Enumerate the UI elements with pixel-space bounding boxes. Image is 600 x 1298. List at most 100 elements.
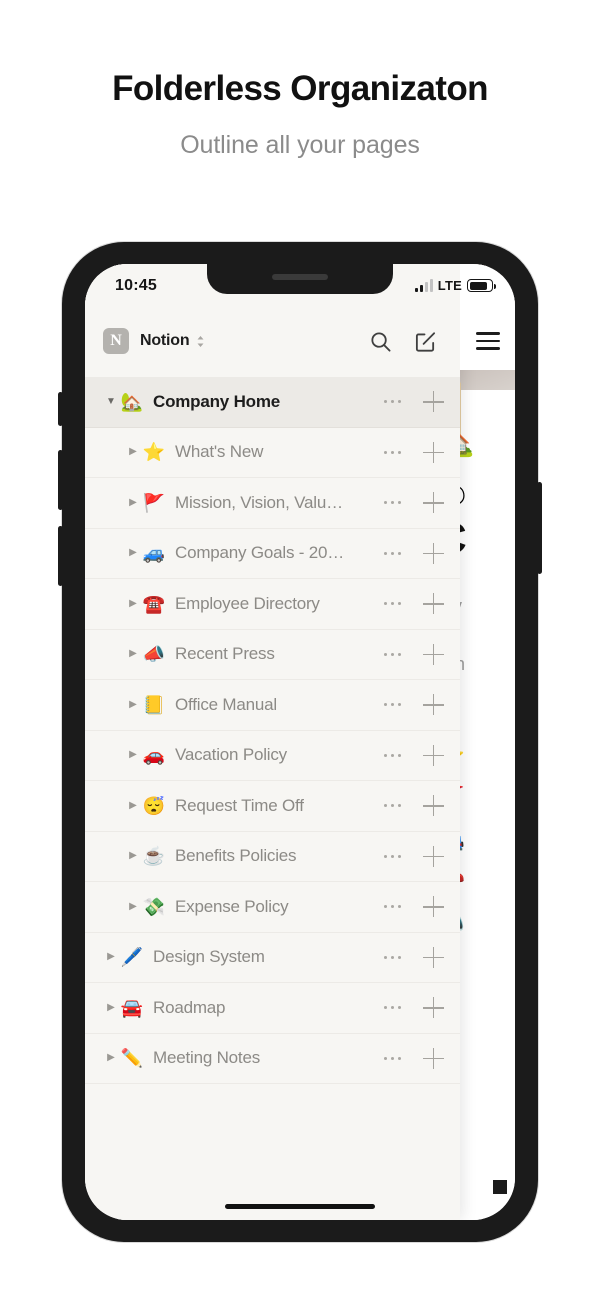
tree-row[interactable]: ▶ 📒 Office Manual bbox=[85, 680, 460, 731]
phone-volume-down-button bbox=[58, 526, 63, 586]
page-emoji-icon: 🚩 bbox=[142, 492, 166, 513]
tree-row[interactable]: ▶ 🚙 Company Goals - 20… bbox=[85, 529, 460, 579]
tree-row[interactable]: ▶ ☎️ Employee Directory bbox=[85, 579, 460, 630]
compose-icon[interactable] bbox=[412, 328, 438, 354]
chevron-right-icon[interactable]: ▶ bbox=[125, 750, 141, 760]
tree-row[interactable]: ▶ 🚘 Roadmap bbox=[85, 983, 460, 1034]
more-dots-icon[interactable] bbox=[383, 753, 401, 757]
tree-row[interactable]: ▶ 🚗 Vacation Policy bbox=[85, 731, 460, 781]
tree-row[interactable]: ▶ ✏️ Meeting Notes bbox=[85, 1034, 460, 1084]
chevron-right-icon[interactable]: ▶ bbox=[125, 800, 141, 811]
chevron-updown-icon[interactable] bbox=[196, 335, 205, 348]
page-emoji-icon: 📣 bbox=[142, 644, 166, 665]
workspace-name[interactable]: Notion bbox=[140, 332, 190, 350]
plus-icon[interactable] bbox=[423, 643, 444, 665]
tree-row-actions bbox=[378, 441, 444, 463]
tree-row[interactable]: ▶ 📣 Recent Press bbox=[85, 630, 460, 680]
plus-icon[interactable] bbox=[423, 946, 444, 968]
tree-row-label: Company Goals - 20… bbox=[175, 543, 345, 563]
more-dots-icon[interactable] bbox=[383, 905, 401, 909]
chevron-right-icon[interactable]: ▶ bbox=[125, 901, 141, 912]
tree-row[interactable]: ▶ 😴 Request Time Off bbox=[85, 781, 460, 832]
chevron-right-icon[interactable]: ▶ bbox=[125, 548, 141, 558]
more-dots-icon[interactable] bbox=[383, 450, 401, 454]
page-emoji-icon: 💸 bbox=[142, 896, 166, 917]
tree-row-label: Recent Press bbox=[175, 644, 275, 664]
tree-row-label: Meeting Notes bbox=[153, 1048, 261, 1068]
chevron-right-icon[interactable]: ▶ bbox=[125, 447, 141, 457]
menu-button[interactable] bbox=[460, 312, 515, 370]
chevron-right-icon[interactable]: ▶ bbox=[103, 1002, 119, 1013]
tree-row-actions bbox=[378, 542, 444, 564]
plus-icon[interactable] bbox=[423, 391, 444, 413]
page-subtitle: Outline all your pages bbox=[180, 131, 420, 159]
tree-row-actions bbox=[378, 744, 444, 766]
phone-mute-switch bbox=[58, 392, 63, 426]
search-icon[interactable] bbox=[367, 328, 393, 354]
page-title: Folderless Organizaton bbox=[112, 69, 488, 108]
more-dots-icon[interactable] bbox=[383, 804, 401, 808]
tree-row-actions bbox=[378, 643, 444, 665]
page-bottom-marker bbox=[493, 1180, 507, 1194]
tree-row-actions bbox=[378, 845, 444, 867]
more-dots-icon[interactable] bbox=[383, 400, 401, 404]
chevron-down-icon[interactable]: ▼ bbox=[103, 396, 119, 407]
plus-icon[interactable] bbox=[423, 1047, 444, 1069]
chevron-right-icon[interactable]: ▶ bbox=[103, 952, 119, 962]
chevron-right-icon[interactable]: ▶ bbox=[103, 1053, 119, 1063]
plus-icon[interactable] bbox=[423, 542, 444, 564]
page-emoji-icon: ☕ bbox=[142, 846, 166, 867]
chevron-right-icon[interactable]: ▶ bbox=[125, 497, 141, 508]
tree-row-label: Mission, Vision, Valu… bbox=[175, 492, 343, 512]
promo-text-block: Folderless Organizaton Outline all your … bbox=[0, 68, 600, 160]
tree-row[interactable]: ▶ 💸 Expense Policy bbox=[85, 882, 460, 933]
hamburger-menu-icon[interactable] bbox=[475, 332, 500, 350]
plus-icon[interactable] bbox=[423, 492, 444, 514]
sidebar-header: N Notion bbox=[85, 312, 460, 370]
notch-speaker bbox=[272, 274, 328, 280]
more-dots-icon[interactable] bbox=[383, 955, 401, 959]
tree-row-actions bbox=[378, 593, 444, 615]
page-emoji-icon: 😴 bbox=[142, 795, 166, 816]
more-dots-icon[interactable] bbox=[383, 602, 401, 606]
workspace-logo[interactable]: N bbox=[103, 328, 129, 354]
plus-icon[interactable] bbox=[423, 795, 444, 817]
home-indicator[interactable] bbox=[225, 1203, 375, 1209]
more-dots-icon[interactable] bbox=[383, 551, 401, 555]
plus-icon[interactable] bbox=[423, 997, 444, 1019]
plus-icon[interactable] bbox=[423, 845, 444, 867]
more-dots-icon[interactable] bbox=[383, 652, 401, 656]
tree-row-label: Benefits Policies bbox=[175, 846, 297, 866]
more-dots-icon[interactable] bbox=[383, 854, 401, 858]
tree-row-actions bbox=[378, 795, 444, 817]
plus-icon[interactable] bbox=[423, 441, 444, 463]
chevron-right-icon[interactable]: ▶ bbox=[125, 851, 141, 861]
more-dots-icon[interactable] bbox=[383, 501, 401, 505]
tree-row-actions bbox=[378, 694, 444, 716]
tree-row[interactable]: ▼ 🏡 Company Home bbox=[85, 377, 460, 428]
page-emoji-icon: ☎️ bbox=[142, 593, 166, 614]
tree-row[interactable]: ▶ 🚩 Mission, Vision, Valu… bbox=[85, 478, 460, 529]
page-emoji-icon: ⭐ bbox=[142, 442, 166, 463]
chevron-right-icon[interactable]: ▶ bbox=[125, 699, 141, 710]
more-dots-icon[interactable] bbox=[383, 1056, 401, 1060]
more-dots-icon[interactable] bbox=[383, 1006, 401, 1010]
tree-row-label: Vacation Policy bbox=[175, 745, 287, 765]
more-dots-icon[interactable] bbox=[383, 703, 401, 707]
tree-row-label: Expense Policy bbox=[175, 896, 289, 916]
tree-row-label: Office Manual bbox=[175, 694, 277, 714]
tree-row[interactable]: ▶ ⭐ What's New bbox=[85, 428, 460, 478]
tree-row[interactable]: ▶ 🖊️ Design System bbox=[85, 933, 460, 983]
phone-mockup: 🏡 💬 C Givof tann Te ⭐ 🚩 🚙 ☎️ 📣 N N bbox=[58, 242, 542, 1242]
plus-icon[interactable] bbox=[423, 694, 444, 716]
page-emoji-icon: 🚗 bbox=[142, 745, 166, 766]
tree-row-label: Roadmap bbox=[153, 997, 226, 1017]
plus-icon[interactable] bbox=[423, 744, 444, 766]
chevron-right-icon[interactable]: ▶ bbox=[125, 649, 141, 659]
chevron-right-icon[interactable]: ▶ bbox=[125, 598, 141, 609]
tree-row-label: What's New bbox=[175, 442, 264, 462]
tree-row-label: Company Home bbox=[153, 391, 281, 411]
plus-icon[interactable] bbox=[423, 896, 444, 918]
plus-icon[interactable] bbox=[423, 593, 444, 615]
tree-row[interactable]: ▶ ☕ Benefits Policies bbox=[85, 832, 460, 882]
